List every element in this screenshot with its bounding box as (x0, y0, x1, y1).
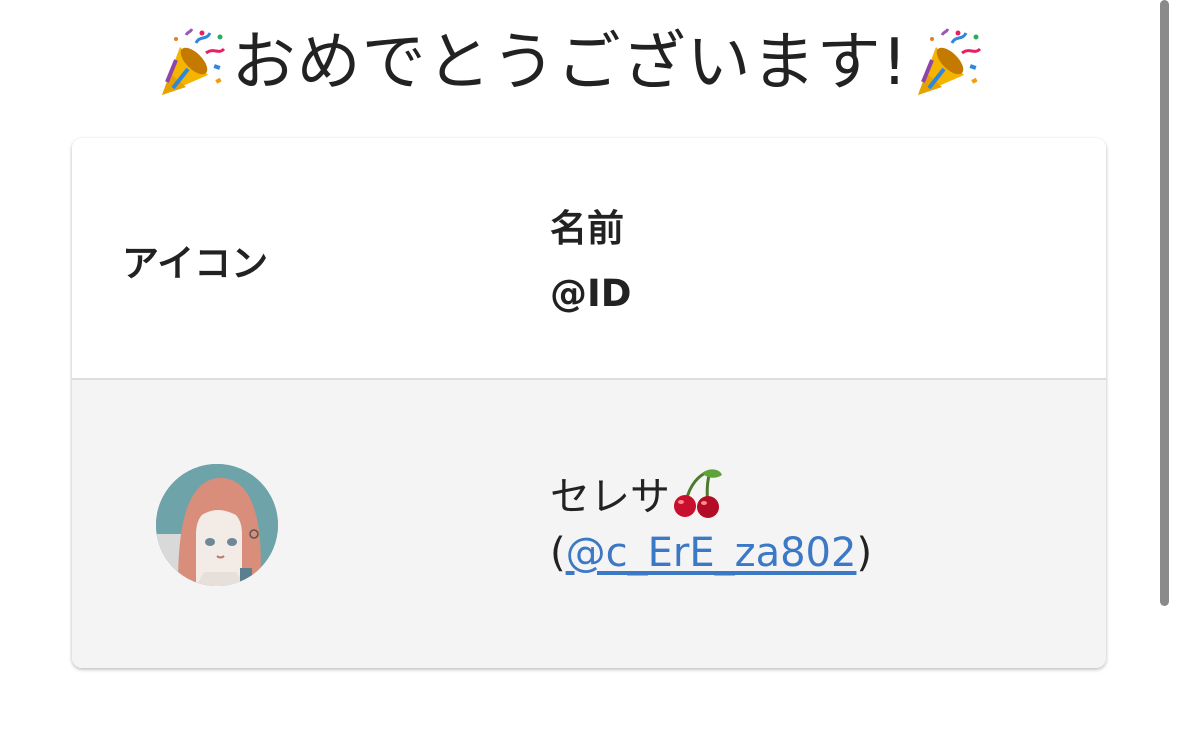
header-icon-label: アイコン (122, 242, 269, 285)
user-name-text: セレサ (550, 474, 670, 520)
user-id-link[interactable]: @c_ErE_za802 (566, 530, 857, 576)
congratulations-heading: おめでとうございます! (0, 18, 1140, 108)
header-name-label: 名前 (550, 207, 624, 250)
scrollbar[interactable] (1160, 0, 1169, 606)
header-id-label: @ID (550, 272, 632, 315)
winner-table: アイコン 名前 @ID セレサ (@c_ErE_za802) (72, 138, 1106, 668)
party-popper-icon (161, 28, 225, 95)
page: おめでとうございます! アイコン 名前 @ID セレサ (@c_ErE_za80… (0, 0, 1179, 748)
avatar[interactable] (156, 464, 278, 586)
user-id-close-paren: ) (856, 530, 873, 576)
table-header-row: アイコン 名前 @ID (72, 138, 1106, 380)
heading-title: おめでとうございます! (231, 26, 909, 100)
cherry-icon (674, 469, 722, 518)
user-id: (@c_ErE_za802) (550, 530, 872, 576)
user-id-open-paren: ( (550, 530, 566, 576)
user-avatar-illustration (156, 464, 278, 586)
party-popper-icon (918, 28, 982, 95)
user-name: セレサ (550, 464, 724, 522)
table-row: セレサ (@c_ErE_za802) (72, 380, 1106, 668)
